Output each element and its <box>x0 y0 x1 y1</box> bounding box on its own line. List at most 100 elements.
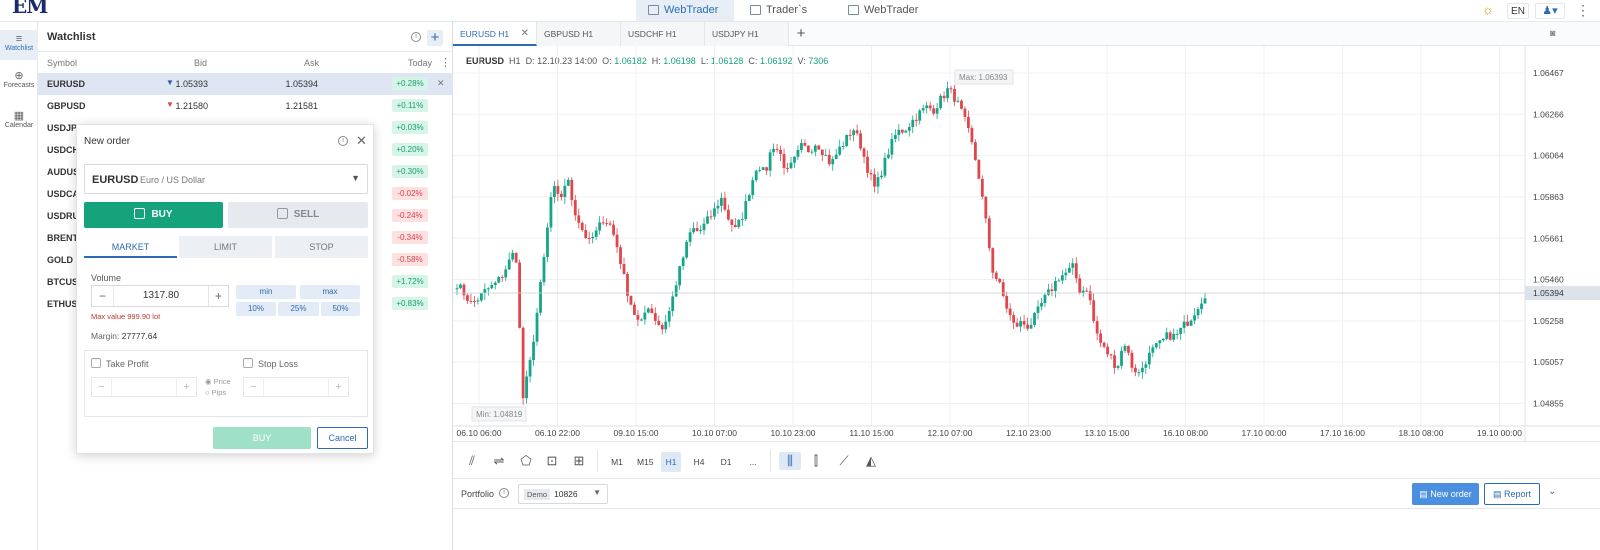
close-icon[interactable]: ✕ <box>356 133 367 149</box>
pips-radio[interactable]: ○ Pips <box>205 388 226 397</box>
y-tick-label: 1.06064 <box>1533 151 1564 161</box>
candle <box>1067 267 1071 273</box>
candle <box>887 154 890 158</box>
preset-25-button[interactable]: 25% <box>278 302 319 316</box>
tab-limit[interactable]: LIMIT <box>179 236 272 258</box>
kebab-menu-icon[interactable]: ⋮ <box>1576 2 1590 19</box>
indicators-icon[interactable]: ⫽ <box>463 452 481 470</box>
close-icon[interactable]: ✕ <box>437 78 445 89</box>
minus-icon[interactable]: − <box>244 378 264 396</box>
area-chart-icon[interactable]: ◭ <box>862 452 880 470</box>
close-icon[interactable]: ✕ <box>521 22 529 46</box>
col-ask[interactable]: Ask <box>304 58 319 68</box>
candle <box>967 116 970 128</box>
candle <box>970 127 974 143</box>
candle <box>998 278 1002 283</box>
plus-icon[interactable]: + <box>176 378 196 396</box>
volume-label: Volume <box>91 273 122 283</box>
symbol-select[interactable]: EURUSD Euro / US Dollar ▼ <box>84 164 368 194</box>
nav-forecasts[interactable]: ⊕ Forecasts <box>0 70 38 98</box>
x-tick-label: 11.10 15:00 <box>849 428 894 438</box>
language-button[interactable]: EN <box>1507 3 1529 19</box>
plus-icon[interactable]: + <box>208 286 228 306</box>
tf-m15-button[interactable]: M15 <box>633 452 657 472</box>
nav-calendar[interactable]: ▦ Calendar <box>0 110 38 138</box>
watchlist-row[interactable]: EURUSD ▼ 1.05393 1.05394 +0.28% ✕ <box>38 73 453 95</box>
chart-tab-eurusd[interactable]: EURUSD H1 ✕ <box>453 22 537 46</box>
nav-watchlist[interactable]: ≡ Watchlist <box>0 30 38 60</box>
submit-buy-button[interactable]: BUY <box>213 427 311 449</box>
col-bid[interactable]: Bid <box>194 58 207 68</box>
chart-tab-usdchf[interactable]: USDCHF H1 <box>621 22 705 46</box>
tf-h4-button[interactable]: H4 <box>689 452 709 472</box>
price-chart[interactable]: 1.06467 1.06266 1.06064 1.05863 1.05661 1.054… <box>453 46 1600 441</box>
plus-icon[interactable]: + <box>328 378 348 396</box>
text-tool-icon[interactable]: ⊡ <box>543 452 561 470</box>
candle <box>706 216 709 224</box>
column-menu-icon[interactable]: ⋮ <box>440 56 451 69</box>
cancel-button[interactable]: Cancel <box>317 427 368 449</box>
stop-loss-checkbox[interactable] <box>243 358 253 368</box>
divider <box>597 450 598 472</box>
radio-icon: ◉ <box>205 377 214 386</box>
tf-more-button[interactable]: ... <box>743 452 763 472</box>
buy-side-button[interactable]: BUY <box>84 202 223 228</box>
col-today[interactable]: Today <box>408 58 432 68</box>
theme-icon[interactable]: ☼ <box>1482 2 1498 18</box>
template-icon[interactable]: ⊞ <box>570 452 588 470</box>
info-icon[interactable]: i <box>411 32 421 42</box>
add-chart-button[interactable]: + <box>791 22 811 46</box>
price-radio[interactable]: ◉ Price <box>205 377 231 386</box>
info-icon[interactable]: i <box>499 488 509 498</box>
candle <box>817 145 821 150</box>
preset-max-button[interactable]: max <box>300 285 360 299</box>
tab-stop[interactable]: STOP <box>275 236 368 258</box>
account-select[interactable]: Demo 10826 ▼ <box>518 484 608 504</box>
row-change: +0.20% <box>392 143 428 156</box>
line-chart-icon[interactable]: ⟋ <box>835 452 853 470</box>
pips-label: Pips <box>211 388 227 397</box>
left-nav: ≡ Watchlist ⊕ Forecasts ▦ Calendar <box>0 22 38 550</box>
bars-icon[interactable]: ⫿ <box>807 452 825 470</box>
col-symbol[interactable]: Symbol <box>47 58 77 68</box>
candle <box>598 222 602 231</box>
tf-m1-button[interactable]: M1 <box>607 452 627 472</box>
candles-icon[interactable]: ⫼ <box>779 452 801 470</box>
new-order-button[interactable]: ▤ New order <box>1412 483 1479 505</box>
camera-icon[interactable]: ◙ <box>1550 28 1555 38</box>
preset-10-button[interactable]: 10% <box>236 302 276 316</box>
shapes-icon[interactable]: ⬠ <box>517 452 535 470</box>
candle <box>493 282 497 285</box>
take-profit-checkbox[interactable] <box>91 358 101 368</box>
tab-webtrader-1[interactable]: WebTrader 1.0 <box>836 0 936 37</box>
tf-h1-button[interactable]: H1 <box>661 452 681 472</box>
sell-side-button[interactable]: SELL <box>228 202 368 228</box>
minus-icon[interactable]: − <box>92 286 114 306</box>
chart-tab-gbpusd[interactable]: GBPUSD H1 <box>537 22 621 46</box>
candle <box>1005 296 1009 309</box>
tab-market[interactable]: MARKET <box>84 236 177 258</box>
preset-min-button[interactable]: min <box>236 285 296 299</box>
candle <box>713 208 716 217</box>
report-button[interactable]: ▤ Report <box>1484 483 1540 505</box>
tab-webtrader-new[interactable]: WebTrader NEW <box>636 0 734 37</box>
candle <box>935 108 939 114</box>
info-icon[interactable]: i <box>338 136 348 146</box>
tab-traders-room[interactable]: Trader`s room <box>738 0 838 37</box>
take-profit-stepper[interactable]: − + <box>91 377 197 397</box>
candle <box>1109 354 1113 356</box>
minus-icon[interactable]: − <box>92 378 112 396</box>
stop-loss-stepper[interactable]: − + <box>243 377 349 397</box>
trendline-icon[interactable]: ⇌ <box>490 452 508 470</box>
row-symbol: GBPUSD <box>47 101 86 111</box>
candle <box>893 134 897 140</box>
chart-tab-usdjpy[interactable]: USDJPY H1 <box>705 22 789 46</box>
volume-input[interactable]: 1317.80 <box>114 290 208 301</box>
user-menu-button[interactable]: ♟▾ <box>1535 3 1565 19</box>
add-symbol-button[interactable]: + <box>427 30 443 46</box>
tf-d1-button[interactable]: D1 <box>716 452 736 472</box>
chevron-down-icon[interactable]: ⌄ <box>1548 486 1556 497</box>
candle <box>737 219 741 228</box>
watchlist-row[interactable]: GBPUSD ▼ 1.21580 1.21581 +0.11% <box>38 95 453 117</box>
preset-50-button[interactable]: 50% <box>321 302 360 316</box>
